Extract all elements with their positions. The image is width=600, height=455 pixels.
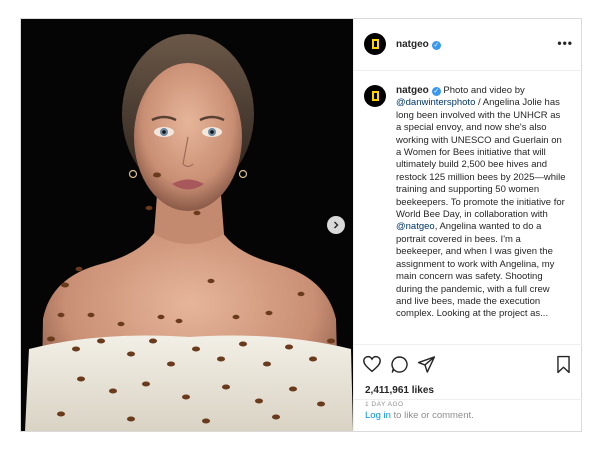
chevron-right-icon bbox=[334, 221, 339, 229]
bookmark-icon[interactable] bbox=[555, 355, 572, 374]
verified-badge-icon: ✓ bbox=[431, 41, 441, 50]
paper-plane-icon[interactable] bbox=[417, 355, 436, 374]
caption-area: natgeo ✓ Photo and video by @danwintersph… bbox=[354, 71, 583, 344]
login-link[interactable]: Log in bbox=[365, 410, 391, 421]
heart-icon[interactable] bbox=[362, 355, 382, 373]
natgeo-frame-icon bbox=[371, 91, 379, 101]
portrait-image bbox=[21, 19, 353, 431]
login-prompt: Log in to like or comment. bbox=[354, 399, 583, 431]
more-options-button[interactable]: ••• bbox=[557, 36, 573, 50]
caption-part: , Angelina wanted to do a portrait cover… bbox=[396, 221, 555, 320]
header-username[interactable]: natgeo ✓ bbox=[396, 39, 441, 50]
avatar[interactable] bbox=[364, 33, 386, 55]
mention-link[interactable]: @natgeo bbox=[396, 221, 435, 232]
post-card: natgeo ✓ ••• natgeo ✓ Photo and video by @… bbox=[20, 18, 583, 432]
caption-username[interactable]: natgeo bbox=[396, 85, 429, 96]
post-header: natgeo ✓ ••• bbox=[354, 19, 583, 71]
like-count[interactable]: 2,411,961 likes bbox=[365, 385, 434, 396]
natgeo-frame-icon bbox=[371, 39, 379, 49]
post-photo[interactable] bbox=[21, 19, 353, 431]
verified-badge-icon: ✓ bbox=[431, 87, 441, 96]
caption-part: / Angelina Jolie has long been involved … bbox=[396, 97, 566, 221]
comment-icon[interactable] bbox=[390, 355, 409, 374]
caption-part: Photo and video by bbox=[443, 85, 525, 96]
caption-text: natgeo ✓ Photo and video by @danwintersph… bbox=[396, 85, 568, 321]
login-prompt-text: to like or comment. bbox=[390, 410, 474, 421]
mention-link[interactable]: @danwintersphoto bbox=[396, 97, 475, 108]
caption-avatar[interactable] bbox=[364, 85, 386, 107]
post-sidebar: natgeo ✓ ••• natgeo ✓ Photo and video by @… bbox=[353, 19, 583, 431]
next-photo-button[interactable] bbox=[327, 216, 345, 234]
